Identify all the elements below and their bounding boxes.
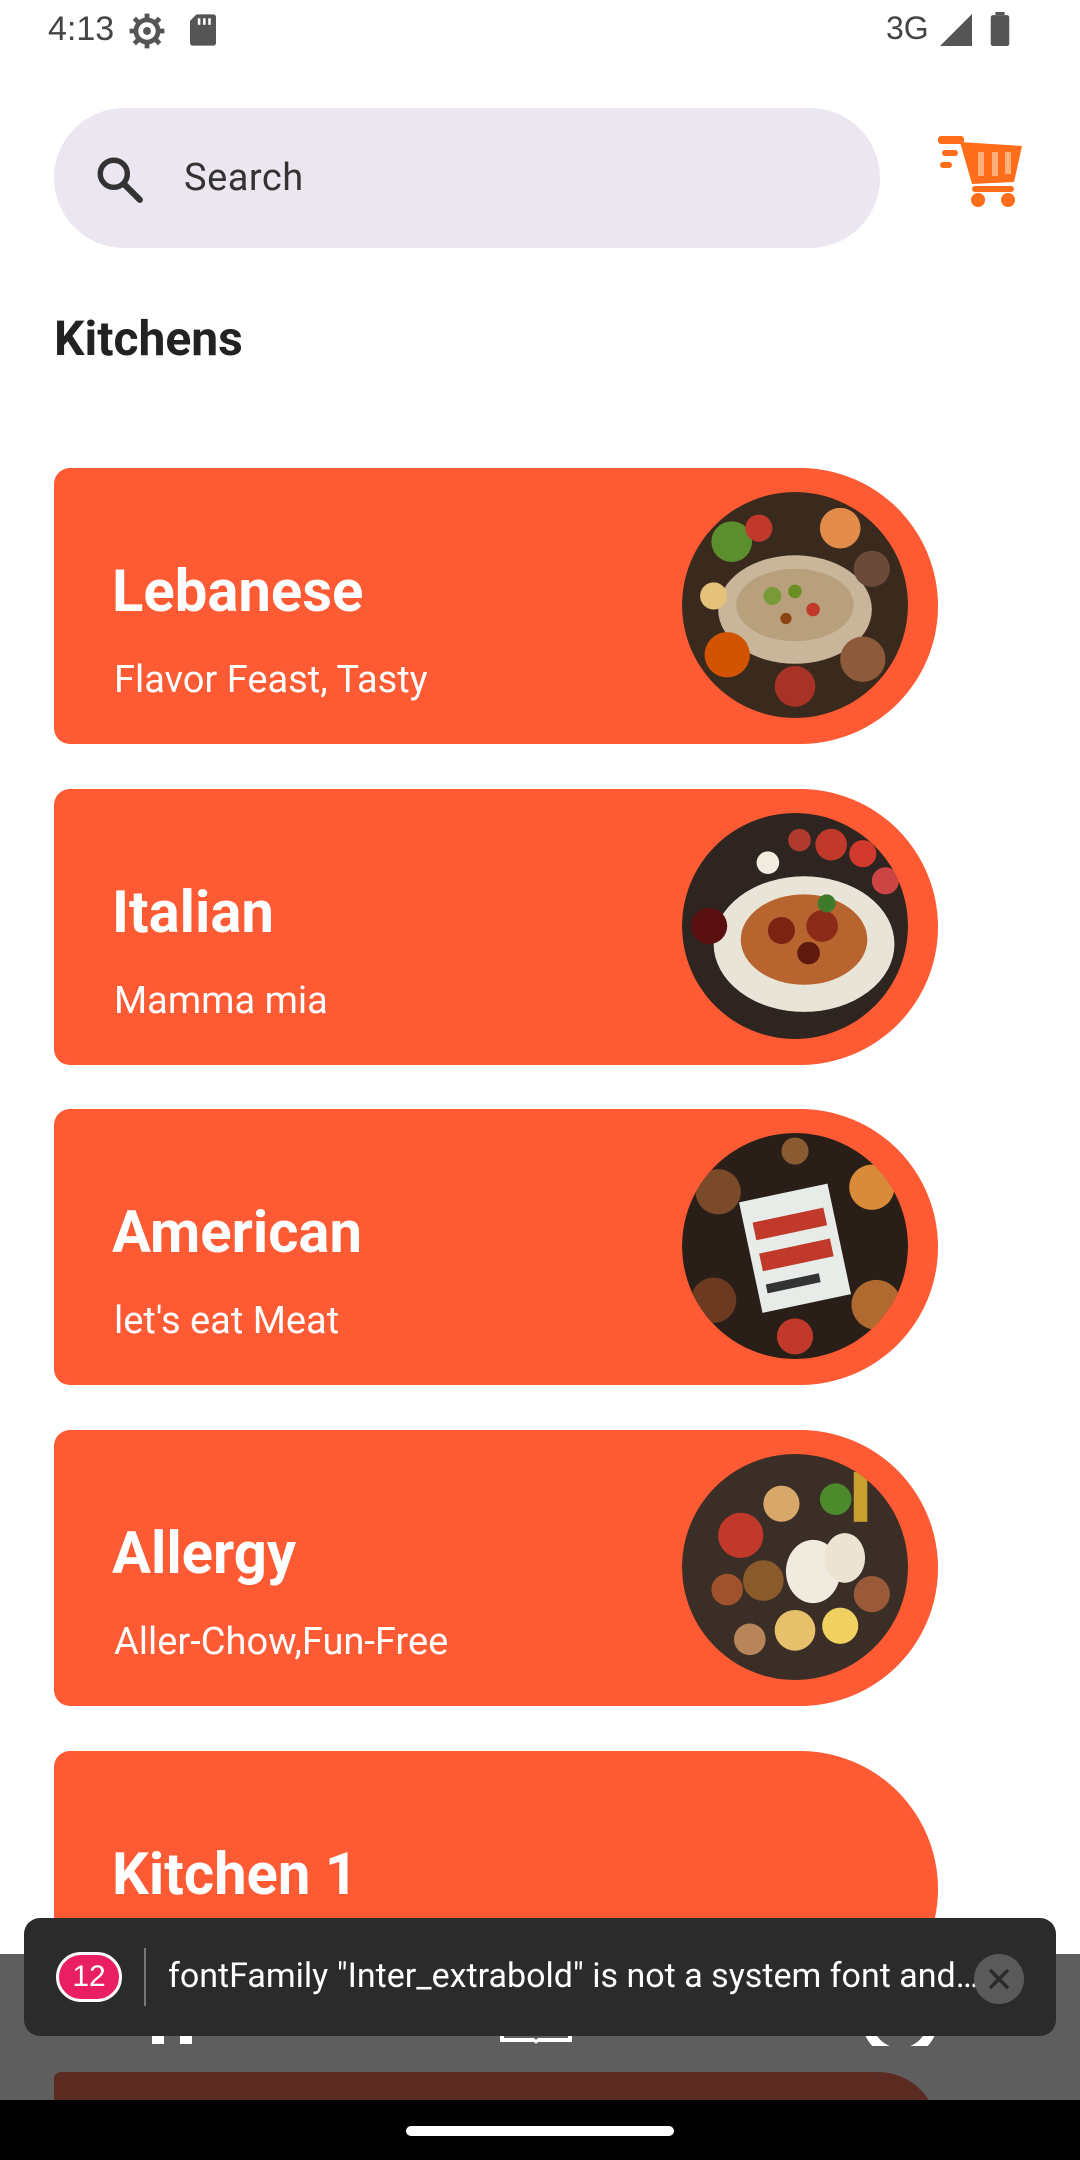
sd-card-icon	[190, 14, 216, 46]
kitchen-title: Italian	[112, 879, 274, 947]
kitchen-title: Kitchen 1	[112, 1841, 359, 1909]
lebanese-food-photo	[682, 492, 908, 718]
warning-toast[interactable]: 12 fontFamily "Inter_extrabold" is not a…	[24, 1918, 1056, 2036]
allergy-food-photo	[682, 1454, 908, 1680]
warning-count-badge: 12	[56, 1952, 122, 2002]
search-bar[interactable]: Search	[54, 108, 880, 248]
kitchen-card-allergy[interactable]: Allergy Aller-Chow,Fun-Free	[54, 1430, 938, 1706]
kitchen-card-italian[interactable]: Italian Mamma mia	[54, 789, 938, 1065]
toast-message: fontFamily "Inter_extrabold" is not a sy…	[168, 1956, 980, 1996]
kitchen-title: Lebanese	[112, 558, 364, 626]
kitchen-subtitle: Mamma mia	[114, 979, 328, 1023]
status-bar: 4:13 3G	[0, 0, 1080, 62]
settings-gear-icon	[129, 13, 165, 49]
battery-icon	[990, 12, 1010, 46]
toast-divider	[144, 1948, 146, 2006]
shopping-cart-icon[interactable]	[938, 136, 1024, 210]
close-icon[interactable]	[974, 1954, 1024, 2004]
italian-pasta-photo	[682, 813, 908, 1039]
kitchen-subtitle: let's eat Meat	[114, 1299, 340, 1343]
american-food-photo	[682, 1133, 908, 1359]
status-time: 4:13	[48, 10, 115, 48]
kitchen-title: American	[112, 1199, 362, 1267]
kitchen-subtitle: Aller-Chow,Fun-Free	[114, 1620, 449, 1664]
section-title: Kitchens	[54, 310, 243, 367]
kitchen-subtitle: Flavor Feast, Tasty	[114, 658, 428, 702]
kitchen-title: Allergy	[112, 1520, 297, 1588]
signal-icon	[940, 14, 972, 46]
search-input[interactable]: Search	[184, 156, 304, 200]
kitchen-card-american[interactable]: American let's eat Meat	[54, 1109, 938, 1385]
kitchen-card-lebanese[interactable]: Lebanese Flavor Feast, Tasty	[54, 468, 938, 744]
home-gesture-handle[interactable]	[406, 2126, 674, 2136]
network-type: 3G	[886, 10, 929, 46]
search-icon[interactable]	[94, 154, 144, 204]
